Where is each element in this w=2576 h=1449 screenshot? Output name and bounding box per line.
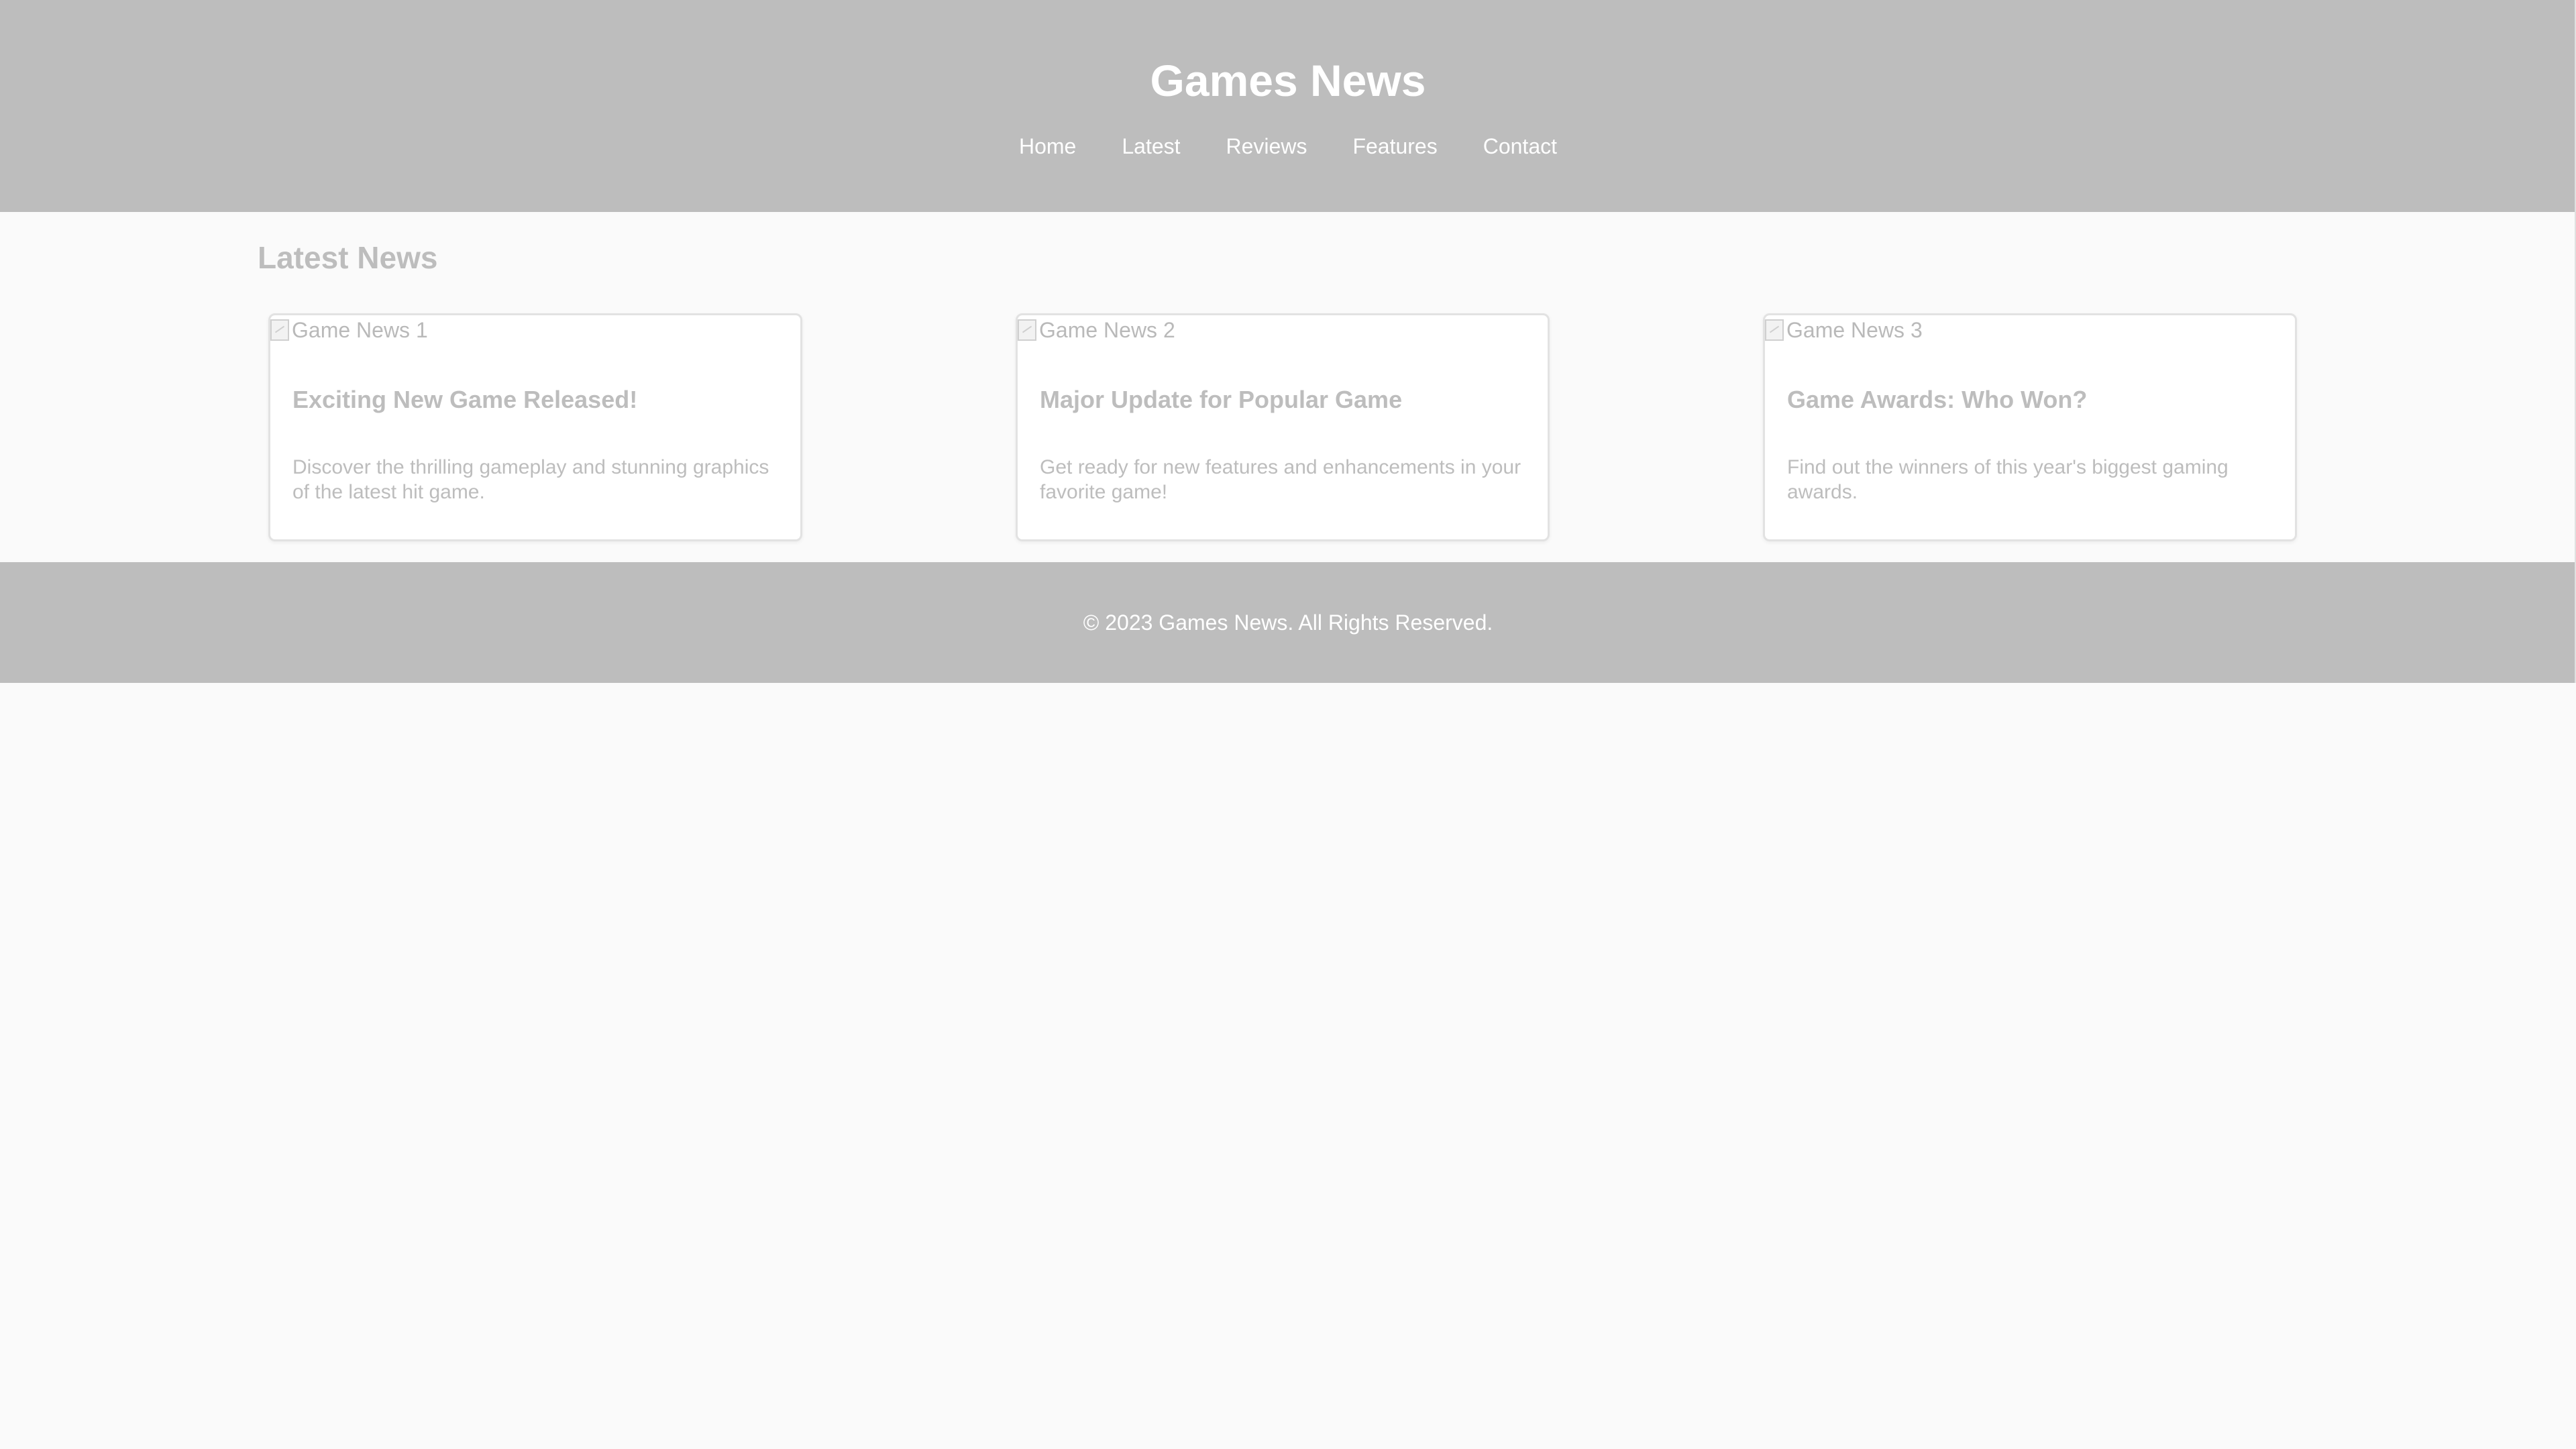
news-card-description: Find out the winners of this year's bigg… <box>1787 456 2229 503</box>
news-image: Game News 3 <box>1765 315 1923 345</box>
site-footer: © 2023 Games News. All Rights Reserved. <box>0 562 2576 683</box>
nav-link-home[interactable]: Home <box>1019 133 1076 160</box>
news-card[interactable]: Game News 3 Game Awards: Who Won? Find o… <box>1763 313 2297 541</box>
news-image-alt: Game News 1 <box>292 318 428 342</box>
nav-link-reviews[interactable]: Reviews <box>1226 133 1307 160</box>
news-image: Game News 1 <box>270 315 428 345</box>
site-title: Games News <box>1150 56 1426 105</box>
site-header: Games News Home Latest Reviews Features … <box>0 0 2576 212</box>
news-card-title[interactable]: Major Update for Popular Game <box>1040 384 1402 416</box>
section-title: Latest News <box>258 240 438 275</box>
nav-link-features[interactable]: Features <box>1352 133 1437 160</box>
footer-copyright: © 2023 Games News. All Rights Reserved. <box>1083 610 1493 635</box>
news-image-alt: Game News 2 <box>1039 318 1175 342</box>
broken-image-icon <box>1765 319 1784 341</box>
news-card[interactable]: Game News 2 Major Update for Popular Gam… <box>1016 313 1550 541</box>
nav-link-latest[interactable]: Latest <box>1122 133 1180 160</box>
news-image: Game News 2 <box>1018 315 1175 345</box>
news-card-title[interactable]: Game Awards: Who Won? <box>1787 384 2087 416</box>
news-image-alt: Game News 3 <box>1786 318 1923 342</box>
main-nav: Home Latest Reviews Features Contact <box>0 133 2576 160</box>
nav-link-contact[interactable]: Contact <box>1483 133 1557 160</box>
news-card-title[interactable]: Exciting New Game Released! <box>292 384 637 416</box>
broken-image-icon <box>270 319 289 341</box>
news-card-description: Discover the thrilling gameplay and stun… <box>292 456 769 503</box>
news-card-description: Get ready for new features and enhanceme… <box>1040 456 1521 503</box>
news-card[interactable]: Game News 1 Exciting New Game Released! … <box>268 313 802 541</box>
broken-image-icon <box>1018 319 1036 341</box>
